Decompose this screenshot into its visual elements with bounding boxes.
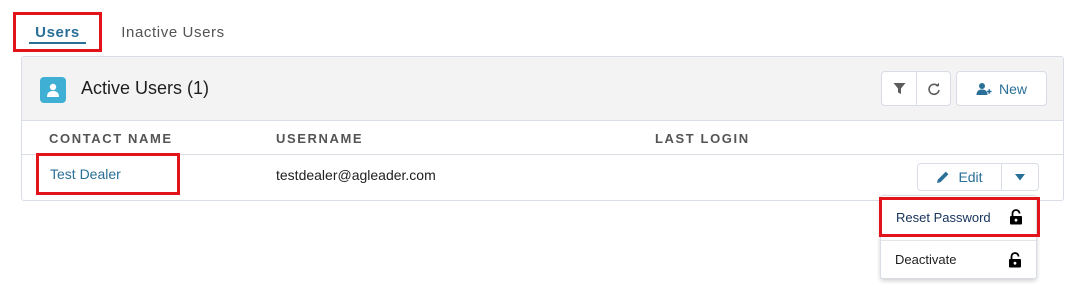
pencil-icon <box>937 171 949 183</box>
tab-bar: Users Inactive Users <box>0 0 1067 56</box>
card-title: Active Users (1) <box>81 78 210 98</box>
edit-button[interactable]: Edit <box>918 164 1002 190</box>
new-button-label: New <box>998 80 1027 97</box>
menu-item-label: Reset Password <box>896 209 991 225</box>
new-user-button[interactable]: New <box>956 71 1047 106</box>
chevron-down-icon <box>1015 173 1025 180</box>
users-page: Users Inactive Users Active Users (1) Ne… <box>0 0 1067 295</box>
add-user-icon <box>976 82 992 95</box>
row-actions-dropdown: Reset Password Deactivate <box>879 195 1040 279</box>
menu-item-label: Deactivate <box>895 252 957 267</box>
contact-name-link[interactable]: Test Dealer <box>36 153 180 195</box>
menu-item-deactivate[interactable]: Deactivate <box>881 240 1036 278</box>
row-actions-group: Edit <box>917 163 1039 191</box>
filter-icon <box>893 83 905 94</box>
row-actions-menu-button[interactable] <box>1002 164 1038 190</box>
filter-button[interactable] <box>882 72 916 105</box>
list-actions-group <box>881 71 951 106</box>
refresh-icon <box>927 82 940 95</box>
column-header-last-login[interactable]: LAST LOGIN <box>655 131 750 146</box>
username-cell: testdealer@agleader.com <box>276 167 436 183</box>
tab-inactive-users-label: Inactive Users <box>121 23 225 41</box>
table-header: CONTACT NAME USERNAME LAST LOGIN <box>22 121 1063 155</box>
unlock-icon <box>1009 251 1021 267</box>
edit-button-label: Edit <box>958 169 983 185</box>
tab-users-label: Users <box>35 23 80 41</box>
menu-item-reset-password[interactable]: Reset Password <box>879 197 1040 237</box>
column-header-contact-name[interactable]: CONTACT NAME <box>49 131 173 146</box>
refresh-button[interactable] <box>916 72 950 105</box>
user-icon <box>40 77 66 103</box>
tab-users[interactable]: Users <box>13 12 102 52</box>
column-header-username[interactable]: USERNAME <box>276 131 363 146</box>
tab-inactive-users[interactable]: Inactive Users <box>108 12 238 52</box>
active-users-card: Active Users (1) New CONTACT NAME USERNA… <box>21 56 1064 201</box>
unlock-icon <box>1010 209 1022 225</box>
card-header: Active Users (1) New <box>22 57 1063 121</box>
